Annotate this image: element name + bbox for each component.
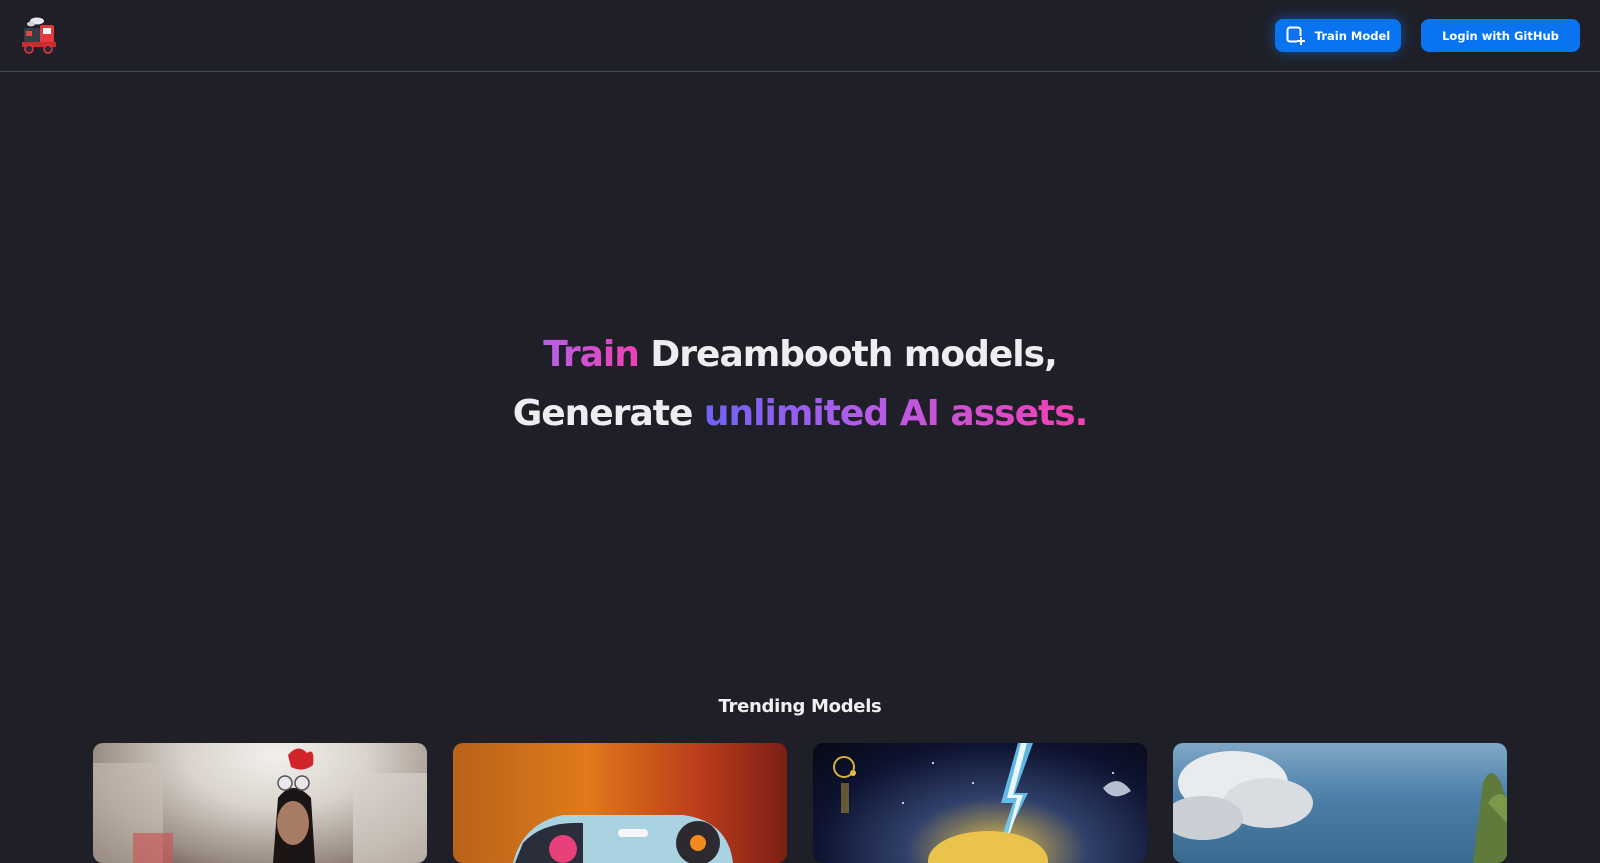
woman-portrait-image [93, 748, 427, 863]
model-card[interactable] [1173, 743, 1507, 863]
trending-models-heading: Trending Models [718, 696, 882, 717]
top-navbar: Train Model Login with GitHub [0, 0, 1600, 72]
hero-headline: Train Dreambooth models, Generate unlimi… [0, 325, 1600, 443]
add-square-icon [1286, 26, 1306, 46]
model-card[interactable] [453, 743, 787, 863]
model-card[interactable] [813, 743, 1147, 863]
hero-line-2: Generate unlimited AI assets. [0, 384, 1600, 443]
hero-line2-text: Generate [512, 393, 704, 434]
hero-line-1: Train Dreambooth models, [0, 325, 1600, 384]
hero-highlight-train: Train [543, 334, 640, 375]
login-github-button[interactable]: Login with GitHub [1421, 19, 1580, 52]
hero-highlight-unlimited-text: unlimited [703, 393, 889, 434]
hero-highlight-assets-text: AI assets. [888, 393, 1088, 434]
train-model-label: Train Model [1314, 28, 1391, 43]
sky-clouds-image [1173, 751, 1507, 863]
orange-toy-car-image [513, 815, 733, 863]
login-github-label: Login with GitHub [1442, 28, 1559, 43]
train-logo-icon[interactable] [20, 16, 60, 56]
train-model-button[interactable]: Train Model [1275, 19, 1401, 52]
hero-line1-text: Dreambooth models, [638, 334, 1057, 375]
model-card[interactable] [93, 743, 427, 863]
space-lightning-image [833, 743, 1131, 863]
hero-highlight-unlimited: unlimited AI assets. [704, 393, 1087, 434]
